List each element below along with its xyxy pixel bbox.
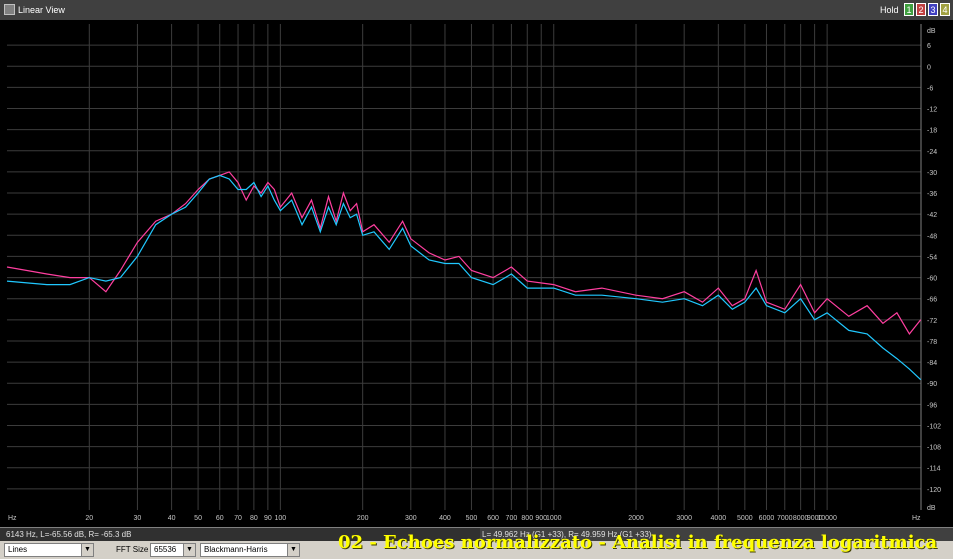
- x-tick-label: 10000: [817, 515, 837, 522]
- x-tick-label: 30: [134, 515, 142, 522]
- x-tick-label: 6000: [759, 515, 775, 522]
- y-tick-label: -120: [927, 487, 941, 494]
- y-tick-label: -42: [927, 212, 937, 219]
- cursor-readout: 6143 Hz, L=-65.56 dB, R= -65.3 dB: [6, 530, 132, 539]
- y-tick-label: -12: [927, 107, 937, 114]
- spectrum-plot[interactable]: 6 0 -6 -12 -18 -24 -30 -36 -42 -48 -54 -60 -66 -72 -78…: [0, 20, 953, 527]
- series-line-1: [6, 171, 922, 335]
- caption-title: 02 - Echoes normalizzato - Analisi in fr…: [338, 532, 938, 553]
- x-tick-label: 7000: [777, 515, 793, 522]
- window-function-select[interactable]: Blackmann-Harris ▼: [200, 543, 300, 557]
- x-tick-label: 5000: [737, 515, 753, 522]
- display-mode-select[interactable]: Lines ▼: [4, 543, 94, 557]
- x-unit-label-right: Hz: [912, 515, 921, 522]
- x-tick-label: 4000: [711, 515, 727, 522]
- y-tick-label: 6: [927, 43, 931, 50]
- linear-view-window: Linear View Hold 1 2 3 4 6 0 -6 -12 -18 -24 -3…: [0, 0, 953, 559]
- hold-label: Hold: [880, 5, 899, 15]
- x-tick-label: 40: [168, 515, 176, 522]
- window-function-value: Blackmann-Harris: [204, 545, 268, 554]
- x-tick-label: 600: [487, 515, 499, 522]
- y-tick-label: -114: [927, 466, 941, 473]
- x-tick-label: 70: [234, 515, 242, 522]
- y-tick-label: -72: [927, 318, 937, 325]
- chevron-down-icon: ▼: [81, 544, 93, 556]
- y-tick-label: -96: [927, 402, 937, 409]
- x-tick-label: 100: [275, 515, 287, 522]
- x-tick-label: 2000: [628, 515, 644, 522]
- y-tick-label: -66: [927, 297, 937, 304]
- x-tick-label: 1000: [546, 515, 562, 522]
- x-tick-label: 90: [264, 515, 272, 522]
- display-mode-value: Lines: [8, 545, 28, 554]
- x-tick-label: 500: [466, 515, 478, 522]
- fft-size-select[interactable]: 65536 ▼: [150, 543, 196, 557]
- x-tick-label: 300: [405, 515, 417, 522]
- y-tick-label: -54: [927, 254, 937, 261]
- x-tick-label: 200: [357, 515, 369, 522]
- x-tick-label: 80: [250, 515, 258, 522]
- title-bar: Linear View Hold 1 2 3 4: [0, 0, 953, 20]
- chevron-down-icon: ▼: [287, 544, 299, 556]
- x-tick-label: 20: [85, 515, 93, 522]
- channel-3-button[interactable]: 3: [928, 3, 938, 16]
- y-tick-label: -84: [927, 360, 937, 367]
- y-tick-label: -6: [927, 85, 933, 92]
- window-title: Linear View: [18, 5, 65, 15]
- x-tick-label: 3000: [676, 515, 692, 522]
- y-tick-label: -108: [927, 445, 941, 452]
- y-tick-label: -24: [927, 149, 937, 156]
- y-tick-label: -18: [927, 128, 937, 135]
- x-unit-label: Hz: [8, 515, 17, 522]
- y-tick-label: -30: [927, 170, 937, 177]
- spectrum-chart[interactable]: 60-6-12-18-24-30-36-42-48-54-60-66-72-78…: [0, 20, 953, 527]
- channel-1-button[interactable]: 1: [904, 3, 914, 16]
- y-tick-label: -102: [927, 423, 941, 430]
- x-tick-label: 700: [506, 515, 518, 522]
- y-tick-label: -36: [927, 191, 937, 198]
- y-tick-label: -78: [927, 339, 937, 346]
- y-tick-label: 0: [927, 64, 931, 71]
- x-tick-label: 400: [439, 515, 451, 522]
- y-unit-label: dB: [927, 28, 936, 35]
- channel-2-button[interactable]: 2: [916, 3, 926, 16]
- y-tick-label: -48: [927, 233, 937, 240]
- fft-size-label: FFT Size: [116, 545, 149, 554]
- x-tick-label: 50: [194, 515, 202, 522]
- y-tick-label: -90: [927, 381, 937, 388]
- x-tick-label: 60: [216, 515, 224, 522]
- channel-4-button[interactable]: 4: [940, 3, 950, 16]
- window-icon: [4, 4, 15, 15]
- y-tick-label: -60: [927, 276, 937, 283]
- chevron-down-icon: ▼: [183, 544, 195, 556]
- x-tick-label: 800: [521, 515, 533, 522]
- fft-size-value: 65536: [154, 545, 177, 554]
- y-unit-label-bottom: dB: [927, 505, 936, 512]
